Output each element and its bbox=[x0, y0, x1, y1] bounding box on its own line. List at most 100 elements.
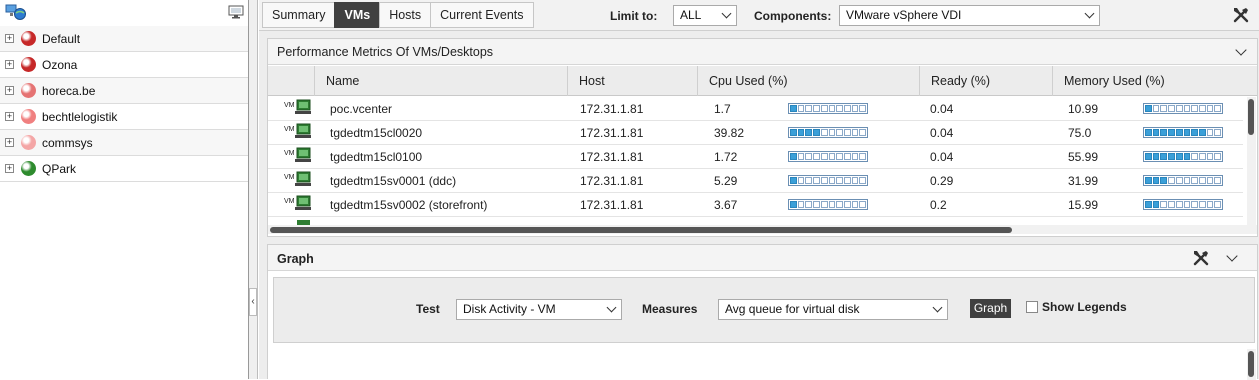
main-area: Summary VMs Hosts Current Events Limit to: … bbox=[259, 0, 1259, 380]
memory-value: 15.99 bbox=[1068, 198, 1099, 212]
show-legends-checkbox[interactable] bbox=[1026, 301, 1038, 313]
memory-value: 75.0 bbox=[1068, 126, 1092, 140]
tree-item[interactable]: + QPark bbox=[0, 156, 248, 182]
zone-tree-panel: + Default + Ozona + horeca.be + bechtlelogistik… bbox=[0, 0, 248, 379]
ready-value: 0.29 bbox=[930, 174, 954, 188]
cpu-usage-bar bbox=[788, 103, 868, 114]
column-name[interactable]: Name bbox=[314, 66, 567, 96]
cpu-value: 1.72 bbox=[714, 150, 738, 164]
horizontal-scrollbar[interactable] bbox=[268, 225, 1257, 234]
chevron-down-icon[interactable] bbox=[1226, 250, 1238, 262]
tree-item-label: Default bbox=[42, 32, 81, 46]
tree-item-label: QPark bbox=[42, 162, 77, 176]
cpu-value: 3.67 bbox=[714, 198, 738, 212]
ready-value: 0.2 bbox=[930, 198, 947, 212]
table-row[interactable]: VM tgdedtm15cl0020 172.31.1.81 39.82 0.04 75.… bbox=[268, 121, 1243, 145]
monitor-icon[interactable] bbox=[228, 5, 244, 19]
measures-select[interactable]: Avg queue for virtual disk bbox=[718, 299, 948, 320]
table-row[interactable]: VM poc.vcenter 172.31.1.81 1.7 0.04 10.99 bbox=[268, 97, 1243, 121]
tree-item-label: horeca.be bbox=[42, 84, 96, 98]
vm-desktop-icon: VM bbox=[284, 147, 311, 162]
components-select[interactable]: VMware vSphere VDI bbox=[839, 5, 1100, 26]
tree-item-label: Ozona bbox=[42, 58, 78, 72]
memory-value: 55.99 bbox=[1068, 150, 1099, 164]
expand-icon[interactable]: + bbox=[5, 86, 14, 95]
tab-summary[interactable]: Summary bbox=[262, 2, 336, 28]
memory-value: 31.99 bbox=[1068, 174, 1099, 188]
table-row[interactable]: VM tgdedtm15cl0100 172.31.1.81 1.72 0.04 55.9… bbox=[268, 145, 1243, 169]
cpu-value: 1.7 bbox=[714, 102, 731, 116]
vm-icon-label: VM bbox=[284, 150, 295, 157]
memory-usage-bar bbox=[1143, 127, 1223, 138]
vm-desktop-icon: VM bbox=[284, 123, 311, 138]
expand-icon[interactable]: + bbox=[5, 138, 14, 147]
table-row[interactable]: VM tgdedtm15sv0002 (storefront) 172.31.1.8… bbox=[268, 193, 1243, 217]
network-icon[interactable] bbox=[5, 4, 27, 20]
expand-icon[interactable]: + bbox=[5, 112, 14, 121]
tree-item[interactable]: + commsys bbox=[0, 130, 248, 156]
components-label: Components: bbox=[754, 9, 832, 23]
tree-item[interactable]: + horeca.be bbox=[0, 78, 248, 104]
measures-value: Avg queue for virtual disk bbox=[725, 302, 860, 316]
memory-usage-bar bbox=[1143, 103, 1223, 114]
table-row[interactable]: VM tgdedtm15sv0001 (ddc) 172.31.1.81 5.29 0.… bbox=[268, 169, 1243, 193]
vm-desktop-icon: VM bbox=[284, 195, 311, 210]
zone-tree: + Default + Ozona + horeca.be + bechtlelogistik… bbox=[0, 26, 248, 182]
panel-title: Graph bbox=[277, 252, 314, 266]
show-legends-label: Show Legends bbox=[1042, 300, 1127, 314]
expand-icon[interactable]: + bbox=[5, 164, 14, 173]
cpu-value: 5.29 bbox=[714, 174, 738, 188]
cpu-usage-bar bbox=[788, 175, 868, 186]
table-body: VM poc.vcenter 172.31.1.81 1.7 0.04 10.99 VM tg… bbox=[268, 97, 1243, 225]
tree-item[interactable]: + bechtlelogistik bbox=[0, 104, 248, 130]
vm-name: tgdedtm15sv0001 (ddc) bbox=[330, 174, 457, 188]
vertical-scrollbar[interactable] bbox=[1247, 97, 1256, 227]
vm-icon-label: VM bbox=[284, 198, 295, 205]
table-row[interactable] bbox=[268, 217, 1243, 225]
panel-title: Performance Metrics Of VMs/Desktops bbox=[277, 45, 494, 59]
test-label: Test bbox=[416, 302, 440, 316]
expand-icon[interactable]: + bbox=[5, 34, 14, 43]
test-select[interactable]: Disk Activity - VM bbox=[456, 299, 622, 320]
column-cpu[interactable]: Cpu Used (%) bbox=[697, 66, 919, 96]
cpu-usage-bar bbox=[788, 151, 868, 162]
vm-name: tgdedtm15cl0100 bbox=[330, 150, 423, 164]
tree-item-label: bechtlelogistik bbox=[42, 110, 118, 124]
tree-item[interactable]: + Ozona bbox=[0, 52, 248, 78]
panel-splitter[interactable]: ‹ bbox=[248, 0, 258, 379]
tab-current-events[interactable]: Current Events bbox=[430, 2, 534, 28]
vm-desktop-icon: VM bbox=[284, 99, 311, 114]
vertical-scrollbar[interactable] bbox=[1247, 349, 1256, 380]
test-value: Disk Activity - VM bbox=[463, 302, 556, 316]
top-toolbar: Summary VMs Hosts Current Events Limit to: … bbox=[259, 0, 1259, 31]
expand-icon[interactable]: + bbox=[5, 60, 14, 69]
limit-select[interactable]: ALL bbox=[673, 5, 737, 26]
graph-button[interactable]: Graph bbox=[970, 299, 1011, 318]
column-host[interactable]: Host bbox=[567, 66, 697, 96]
column-ready[interactable]: Ready (%) bbox=[919, 66, 1052, 96]
column-memory[interactable]: Memory Used (%) bbox=[1052, 66, 1257, 96]
ready-value: 0.04 bbox=[930, 126, 954, 140]
memory-usage-bar bbox=[1143, 175, 1223, 186]
limit-label: Limit to: bbox=[610, 9, 658, 23]
chevron-down-icon bbox=[1084, 8, 1095, 19]
vm-host: 172.31.1.81 bbox=[580, 174, 644, 188]
tools-icon[interactable] bbox=[1192, 249, 1210, 267]
chevron-down-icon[interactable] bbox=[1235, 44, 1247, 56]
collapse-left-icon[interactable]: ‹ bbox=[249, 288, 257, 316]
zone-icon bbox=[21, 31, 36, 46]
tree-item[interactable]: + Default bbox=[0, 26, 248, 52]
ready-value: 0.04 bbox=[930, 102, 954, 116]
tree-toolbar bbox=[0, 0, 248, 26]
tools-icon[interactable] bbox=[1232, 6, 1250, 24]
tab-bar: Summary VMs Hosts Current Events bbox=[262, 2, 534, 28]
vm-desktop-icon: VM bbox=[284, 171, 311, 186]
zone-icon bbox=[21, 57, 36, 72]
ready-value: 0.04 bbox=[930, 150, 954, 164]
tab-hosts[interactable]: Hosts bbox=[379, 2, 432, 28]
vm-host: 172.31.1.81 bbox=[580, 150, 644, 164]
vm-icon-label: VM bbox=[284, 102, 295, 109]
tab-vms[interactable]: VMs bbox=[334, 2, 381, 28]
cpu-usage-bar bbox=[788, 199, 868, 210]
graph-panel-header: Graph bbox=[268, 245, 1257, 271]
